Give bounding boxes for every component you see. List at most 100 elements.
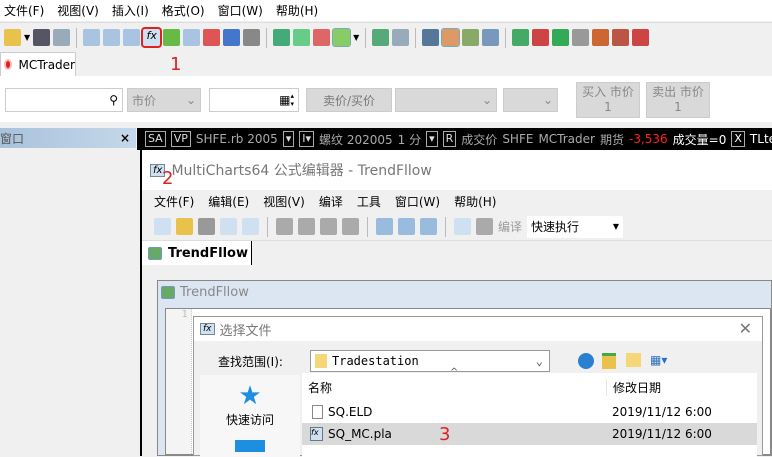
vp-button[interactable]: VP — [170, 131, 191, 147]
undo-icon[interactable] — [276, 218, 293, 235]
open-folder-icon[interactable] — [176, 218, 193, 235]
point-figure-icon[interactable] — [572, 29, 590, 46]
bid-ask-button[interactable]: 卖价/买价 — [306, 88, 392, 112]
portfolio-icon[interactable] — [223, 29, 241, 46]
dropdown-icon[interactable]: ▾ — [426, 131, 438, 147]
ohlc-bar-icon[interactable] — [422, 29, 440, 46]
file-row[interactable]: SQ.ELD 2019/11/12 6:00 — [302, 401, 757, 423]
tile-horizontal-icon[interactable] — [398, 218, 415, 235]
drawing-tool-icon[interactable] — [332, 28, 352, 47]
dropdown-arrow-icon[interactable]: ▼ — [24, 33, 30, 42]
column-date[interactable]: 修改日期 — [606, 379, 661, 396]
compile-label[interactable]: 编译 — [498, 218, 522, 235]
quick-access-link[interactable]: 快速访问 — [200, 411, 300, 428]
menu-view[interactable]: 视图(V) — [53, 2, 108, 19]
close-icon[interactable]: ✕ — [739, 319, 752, 338]
menu-insert[interactable]: 插入(I) — [108, 2, 158, 19]
insert-indicator-icon[interactable] — [293, 29, 311, 46]
spin-buttons[interactable]: ▴ ▾ — [290, 92, 294, 108]
new-scanner-icon[interactable] — [123, 29, 141, 46]
hollow-candle-icon[interactable] — [462, 29, 480, 46]
up-folder-icon[interactable] — [602, 353, 616, 369]
dropdown-arrow-icon[interactable]: ▼ — [353, 33, 359, 42]
save-icon[interactable] — [198, 218, 215, 235]
sell-market-button[interactable]: 卖出 市价 1 — [646, 82, 710, 118]
i-dropdown-icon[interactable]: I▾ — [299, 131, 315, 147]
sa-button[interactable]: SA — [145, 131, 166, 147]
compile-mode-select[interactable]: 快速执行 ▼ — [527, 215, 624, 238]
data-icon[interactable] — [243, 29, 261, 46]
order-tracker-icon[interactable] — [203, 29, 221, 46]
menu-help[interactable]: 帮助(H) — [272, 2, 327, 19]
column-name[interactable]: 名称 — [308, 379, 332, 396]
editor-menu-window[interactable]: 窗口(W) — [395, 193, 440, 210]
buy-market-button[interactable]: 买入 市价 1 — [576, 82, 640, 118]
renko-icon[interactable] — [532, 29, 550, 46]
document-titlebar: TrendFllow — [158, 281, 771, 303]
new-folder-icon[interactable] — [626, 353, 641, 367]
find-icon[interactable] — [320, 218, 337, 235]
editor-menu-tools[interactable]: 工具 — [357, 193, 381, 210]
file-date: 2019/11/12 6:00 — [612, 405, 712, 419]
export-icon[interactable] — [242, 218, 259, 235]
new-dom-icon[interactable] — [163, 29, 181, 46]
new-report-icon[interactable] — [183, 29, 201, 46]
range-bar-icon[interactable] — [612, 29, 630, 46]
account-select[interactable]: ⌄ — [395, 88, 497, 112]
price-type-value: 市价 — [132, 93, 157, 108]
r-button[interactable]: R — [442, 131, 457, 147]
strategy-settings-icon[interactable] — [372, 29, 390, 46]
close-strategy-button[interactable]: X — [731, 131, 745, 147]
tab-mctrader[interactable]: MCTrader — [0, 52, 76, 76]
save-icon[interactable] — [33, 29, 51, 46]
close-doc-icon[interactable] — [53, 29, 71, 46]
editor-menu-file[interactable]: 文件(F) — [154, 193, 194, 210]
menu-window[interactable]: 窗口(W) — [214, 2, 272, 19]
new-chart-icon[interactable] — [103, 29, 121, 46]
sort-ascending-icon: ^ — [450, 367, 459, 378]
redo-icon[interactable] — [298, 218, 315, 235]
formula-editor-icon[interactable]: fx — [141, 27, 163, 48]
tab-trendfllow[interactable]: TrendFllow — [142, 241, 252, 265]
import-icon[interactable] — [220, 218, 237, 235]
format-window-icon[interactable] — [392, 29, 410, 46]
compile-icon[interactable] — [476, 218, 493, 235]
volume-bar-icon[interactable] — [592, 29, 610, 46]
separator — [267, 216, 268, 237]
editor-menu-help[interactable]: 帮助(H) — [454, 193, 496, 210]
open-folder-icon[interactable] — [4, 29, 21, 46]
back-icon[interactable] — [578, 353, 594, 369]
price-type-select[interactable]: 市价 ⌄ — [127, 88, 201, 112]
editor-menu-compile[interactable]: 编译 — [319, 193, 343, 210]
insert-study-icon[interactable] — [273, 29, 291, 46]
separator — [365, 27, 367, 48]
tick-chart-icon[interactable] — [512, 29, 530, 46]
study-properties-icon[interactable] — [454, 218, 471, 235]
buy-qty: 1 — [604, 100, 612, 114]
editor-menu-view[interactable]: 视图(V) — [263, 193, 305, 210]
tif-select[interactable]: ⌄ — [503, 88, 558, 112]
file-row-selected[interactable]: fx SQ_MC.pla 2019/11/12 6:00 3 — [302, 423, 757, 445]
view-menu-icon[interactable]: ▦▾ — [650, 353, 672, 368]
dropdown-icon[interactable]: ▾ — [282, 131, 295, 147]
new-study-icon[interactable] — [154, 218, 171, 235]
menu-file[interactable]: 文件(F) — [0, 2, 53, 19]
line-chart-icon[interactable] — [482, 29, 500, 46]
look-in-select[interactable]: Tradestation ⌄ — [310, 350, 550, 372]
tile-vertical-icon[interactable] — [420, 218, 437, 235]
price-input[interactable]: ▦ ▴ ▾ — [209, 88, 299, 112]
insert-signal-icon[interactable] — [313, 29, 331, 46]
replace-icon[interactable] — [342, 218, 359, 235]
kase-bar-icon[interactable] — [632, 29, 650, 46]
cascade-icon[interactable] — [376, 218, 393, 235]
candlestick-icon[interactable] — [441, 28, 461, 47]
new-workspace-icon[interactable] — [83, 29, 101, 46]
kagi-icon[interactable] — [552, 29, 570, 46]
document-title: TrendFllow — [180, 284, 249, 300]
chevron-down-icon: ⌄ — [535, 354, 543, 368]
bid-ask-label: 卖价/买价 — [323, 93, 376, 108]
editor-menu-edit[interactable]: 编辑(E) — [208, 193, 249, 210]
symbol-search-input[interactable]: ⚲ — [5, 88, 123, 112]
close-icon[interactable]: × — [120, 131, 130, 145]
menu-format[interactable]: 格式(O) — [158, 2, 214, 19]
